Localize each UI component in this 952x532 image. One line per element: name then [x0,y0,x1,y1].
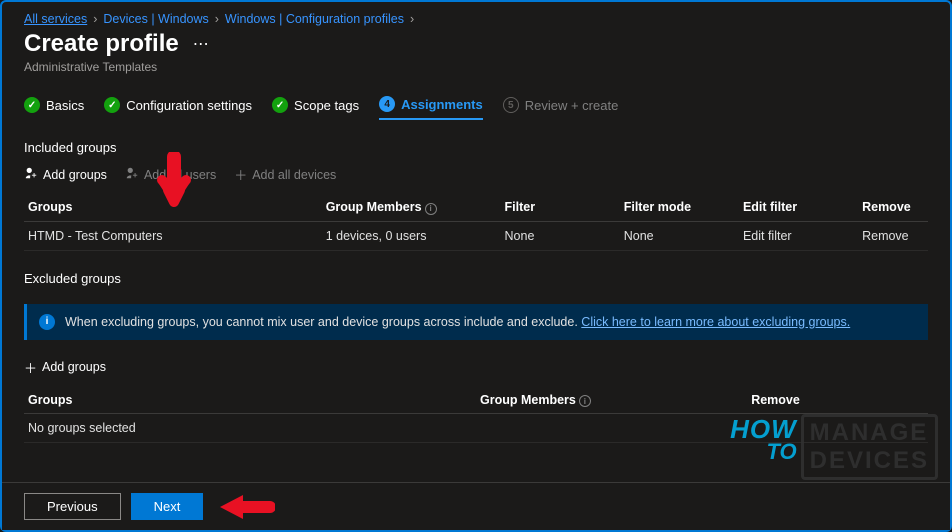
breadcrumb-link[interactable]: Windows | Configuration profiles [225,12,404,26]
breadcrumb-link[interactable]: All services [24,12,87,26]
cell-group-name: HTMD - Test Computers [24,221,322,250]
step-scope-tags[interactable]: ✓ Scope tags [272,96,359,120]
page-subtitle: Administrative Templates [24,60,928,74]
add-all-users-button[interactable]: Add all users [125,165,216,184]
add-groups-button[interactable]: Add groups [24,165,107,184]
table-row-empty: No groups selected [24,414,928,443]
col-members: Group Membersi [476,387,747,414]
col-remove: Remove [747,387,928,414]
toolbar-label: Add groups [42,360,106,374]
cell-members: 1 devices, 0 users [322,221,501,250]
info-icon[interactable]: i [579,395,591,407]
info-learn-more-link[interactable]: Click here to learn more about excluding… [581,315,850,329]
breadcrumb: All services › Devices | Windows › Windo… [24,12,928,26]
empty-state-text: No groups selected [24,414,928,443]
previous-button[interactable]: Previous [24,493,121,520]
table-row: HTMD - Test Computers 1 devices, 0 users… [24,221,928,250]
more-icon[interactable]: ⋯ [193,34,209,54]
check-icon: ✓ [24,97,40,113]
excluded-groups-title: Excluded groups [24,271,928,286]
add-groups-button-excluded[interactable]: ＋ Add groups [24,358,106,377]
toolbar-label: Add groups [43,168,107,182]
col-members: Group Membersi [322,194,501,221]
step-number-icon: 4 [379,96,395,112]
col-groups: Groups [24,194,322,221]
step-number-icon: 5 [503,97,519,113]
col-filter-mode: Filter mode [620,194,739,221]
check-icon: ✓ [272,97,288,113]
edit-filter-link[interactable]: Edit filter [739,221,858,250]
step-label: Review + create [525,98,619,113]
plus-icon: ＋ [234,165,247,184]
step-label: Assignments [401,97,483,112]
step-basics[interactable]: ✓ Basics [24,96,84,120]
col-remove: Remove [858,194,928,221]
toolbar-label: Add all users [144,168,216,182]
chevron-right-icon: › [215,12,219,26]
col-filter: Filter [501,194,620,221]
step-assignments[interactable]: 4 Assignments [379,96,483,120]
step-label: Scope tags [294,98,359,113]
included-groups-title: Included groups [24,140,928,155]
cell-filter: None [501,221,620,250]
step-label: Basics [46,98,84,113]
chevron-right-icon: › [93,12,97,26]
step-label: Configuration settings [126,98,252,113]
toolbar-label: Add all devices [252,168,336,182]
chevron-right-icon: › [410,12,414,26]
col-edit-filter: Edit filter [739,194,858,221]
col-groups: Groups [24,387,476,414]
step-config-settings[interactable]: ✓ Configuration settings [104,96,252,120]
wizard-footer: Previous Next [2,482,950,530]
next-button[interactable]: Next [131,493,204,520]
included-groups-table: Groups Group Membersi Filter Filter mode… [24,194,928,251]
add-all-devices-button[interactable]: ＋ Add all devices [234,165,336,184]
plus-icon: ＋ [24,358,37,377]
add-people-icon [125,166,139,183]
check-icon: ✓ [104,97,120,113]
wizard-steps: ✓ Basics ✓ Configuration settings ✓ Scop… [24,96,928,120]
info-banner: i When excluding groups, you cannot mix … [24,304,928,340]
excluded-groups-table: Groups Group Membersi Remove No groups s… [24,387,928,444]
breadcrumb-link[interactable]: Devices | Windows [103,12,208,26]
add-people-icon [24,166,38,183]
page-title: Create profile [24,30,179,58]
remove-link[interactable]: Remove [858,221,928,250]
cell-filter-mode: None [620,221,739,250]
info-text: When excluding groups, you cannot mix us… [65,315,578,329]
included-toolbar: Add groups Add all users ＋ Add all devic… [24,165,928,184]
step-review-create[interactable]: 5 Review + create [503,96,619,120]
info-icon[interactable]: i [425,203,437,215]
info-icon: i [39,314,55,330]
